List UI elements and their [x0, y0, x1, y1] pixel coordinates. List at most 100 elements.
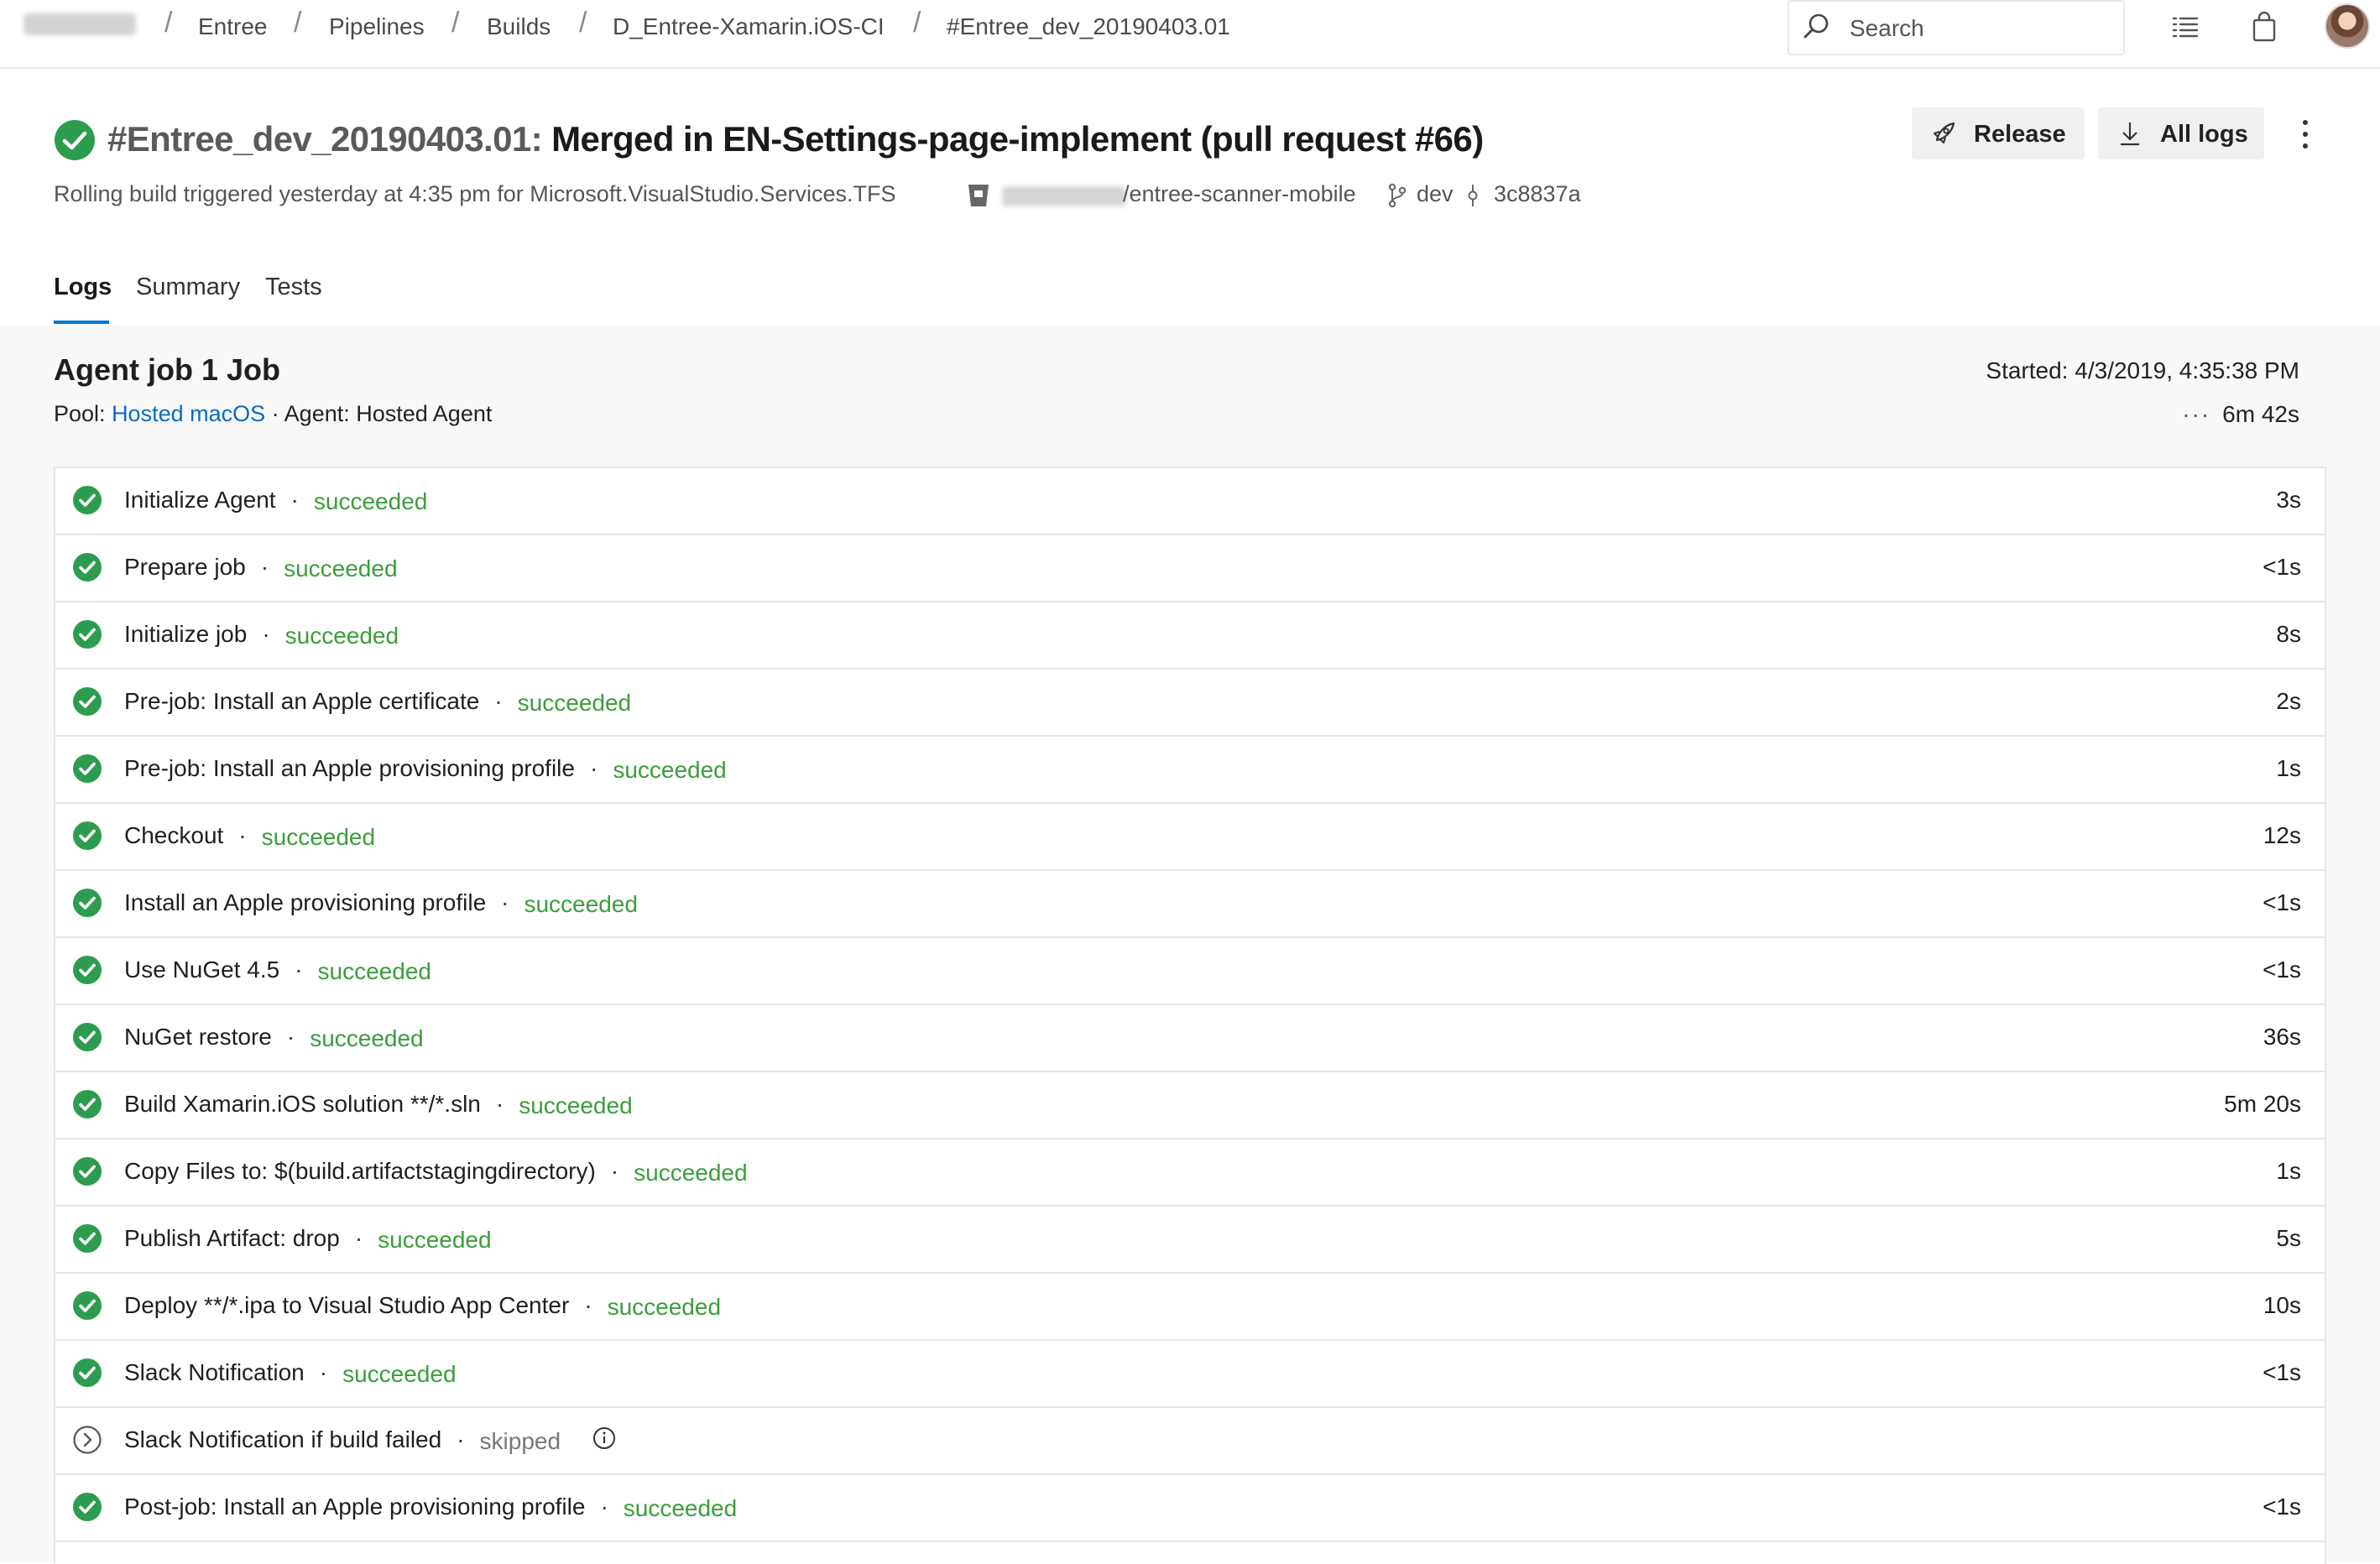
rocket-icon — [1934, 122, 1955, 143]
step-row[interactable]: Publish Artifact: drop · succeeded 5s — [55, 1207, 2325, 1274]
pool-label: Pool: — [54, 401, 106, 426]
step-duration: <1s — [2263, 1494, 2301, 1520]
step-duration: 5m 20s — [2224, 1091, 2301, 1117]
step-row[interactable]: Prepare job · succeeded <1s — [55, 535, 2325, 602]
job-duration: 6m 42s — [2222, 401, 2299, 427]
step-row[interactable] — [55, 1542, 2325, 1564]
commit-icon — [1468, 185, 1478, 206]
step-row[interactable]: Build Xamarin.iOS solution **/*.sln · succ… — [55, 1072, 2325, 1139]
release-button-label[interactable]: Release — [1974, 121, 2066, 149]
marketplace-bag-icon[interactable] — [2247, 10, 2281, 44]
tab-summary[interactable]: Summary — [136, 274, 240, 301]
step-name: Deploy **/*.ipa to Visual Studio App Cen… — [124, 1292, 570, 1318]
repository-owner-redacted[interactable] — [1002, 186, 1126, 206]
pool-link[interactable]: Hosted macOS — [112, 401, 265, 426]
step-name: NuGet restore — [124, 1024, 272, 1050]
step-duration: <1s — [2263, 554, 2301, 580]
user-avatar[interactable] — [2325, 3, 2370, 49]
breadcrumb-definition[interactable]: D_Entree-Xamarin.iOS-CI — [613, 13, 885, 40]
step-line: Publish Artifact: drop · succeeded — [124, 1225, 492, 1253]
step-separator: · — [589, 755, 598, 781]
step-status: succeeded — [613, 757, 727, 783]
step-row[interactable]: Use NuGet 4.5 · succeeded <1s — [55, 938, 2325, 1005]
step-line: Install an Apple provisioning profile · su… — [124, 889, 638, 917]
breadcrumb-project[interactable]: Entree — [198, 13, 268, 40]
step-duration: 3s — [2276, 487, 2301, 513]
step-duration: <1s — [2263, 889, 2301, 915]
step-status: succeeded — [284, 555, 398, 581]
commit-hash[interactable]: 3c8837a — [1494, 181, 1581, 207]
tab-logs[interactable]: Logs — [54, 274, 112, 301]
check-circle-icon — [73, 754, 102, 783]
breadcrumb-pipelines[interactable]: Pipelines — [329, 13, 425, 40]
check-circle-icon — [73, 687, 102, 716]
job-duration-dots: ··· — [2182, 401, 2211, 427]
check-circle-icon — [73, 1090, 102, 1118]
step-status: succeeded — [284, 623, 399, 649]
step-separator: · — [354, 1225, 363, 1251]
all-logs-button[interactable]: All logs — [2098, 107, 2264, 159]
step-row[interactable]: Slack Notification · succeeded <1s — [55, 1341, 2325, 1408]
job-started-time: Started: 4/3/2019, 4:35:38 PM — [1986, 357, 2299, 383]
check-circle-icon — [73, 821, 102, 850]
check-circle-icon — [73, 486, 102, 514]
check-circle-icon — [73, 956, 102, 984]
step-row[interactable]: Post-job: Install an Apple provisioning … — [55, 1475, 2325, 1542]
check-circle-icon — [73, 553, 102, 581]
step-line: Initialize Agent · succeeded — [124, 487, 427, 514]
step-duration: 5s — [2276, 1225, 2301, 1251]
step-line: Slack Notification · succeeded — [124, 1359, 457, 1387]
breadcrumb-builds[interactable]: Builds — [487, 13, 551, 40]
step-row[interactable]: Slack Notification if build failed · skipp… — [55, 1408, 2325, 1475]
search-icon — [1803, 13, 1829, 39]
step-duration: 2s — [2276, 688, 2301, 714]
check-circle-icon — [73, 1493, 102, 1521]
step-row[interactable]: Checkout · succeeded 12s — [55, 804, 2325, 871]
step-line: Pre-job: Install an Apple certificate · su… — [124, 688, 632, 716]
branch-name[interactable]: dev — [1417, 181, 1454, 207]
breadcrumb-separator: / — [451, 7, 460, 39]
tab-tests[interactable]: Tests — [265, 274, 322, 301]
step-row[interactable]: Install an Apple provisioning profile · su… — [55, 871, 2325, 938]
step-line: Initialize job · succeeded — [124, 621, 399, 649]
step-name: Use NuGet 4.5 — [124, 957, 280, 983]
step-row[interactable]: Initialize Agent · succeeded 3s — [55, 468, 2325, 535]
step-separator: · — [290, 487, 299, 513]
step-row[interactable]: Initialize job · succeeded 8s — [55, 602, 2325, 670]
task-list-icon[interactable] — [2169, 10, 2202, 44]
step-line: Checkout · succeeded — [124, 822, 375, 850]
organization-name-redacted[interactable] — [23, 13, 136, 35]
step-duration: 8s — [2276, 621, 2301, 647]
breadcrumb-build[interactable]: #Entree_dev_20190403.01 — [947, 13, 1230, 40]
breadcrumb-separator: / — [294, 7, 302, 39]
step-separator: · — [501, 889, 509, 915]
step-row[interactable]: Deploy **/*.ipa to Visual Studio App Cen… — [55, 1274, 2325, 1341]
search-placeholder[interactable]: Search — [1850, 15, 1924, 42]
step-separator: · — [262, 621, 270, 647]
repository-name[interactable]: /entree-scanner-mobile — [1123, 181, 1356, 207]
step-separator: · — [260, 554, 269, 580]
step-name: Slack Notification — [124, 1359, 305, 1385]
step-name: Pre-job: Install an Apple provisioning p… — [124, 755, 575, 781]
skipped-chevron-circle-icon — [73, 1426, 102, 1454]
branch-icon — [1388, 183, 1407, 208]
info-icon[interactable] — [592, 1426, 616, 1450]
more-vertical-icon[interactable] — [2289, 114, 2321, 154]
check-circle-icon — [73, 889, 102, 917]
step-name: Build Xamarin.iOS solution **/*.sln — [124, 1091, 481, 1117]
step-separator: · — [286, 1024, 295, 1050]
step-status: succeeded — [623, 1495, 738, 1521]
step-separator: · — [319, 1359, 328, 1385]
step-row[interactable]: Copy Files to: $(build.artifactstagingdi… — [55, 1139, 2325, 1207]
search-box[interactable]: Search — [1788, 0, 2125, 55]
job-title: Agent job 1 Job — [54, 352, 280, 387]
all-logs-button-label[interactable]: All logs — [2160, 121, 2248, 149]
step-row[interactable]: NuGet restore · succeeded 36s — [55, 1005, 2325, 1072]
release-button[interactable]: Release — [1912, 107, 2085, 159]
step-row[interactable]: Pre-job: Install an Apple provisioning p… — [55, 737, 2325, 804]
check-circle-icon — [73, 1358, 102, 1387]
step-status: succeeded — [517, 690, 632, 716]
step-status: succeeded — [342, 1361, 457, 1387]
step-line: Slack Notification if build failed · skipp… — [124, 1426, 616, 1454]
step-row[interactable]: Pre-job: Install an Apple certificate · su… — [55, 670, 2325, 737]
